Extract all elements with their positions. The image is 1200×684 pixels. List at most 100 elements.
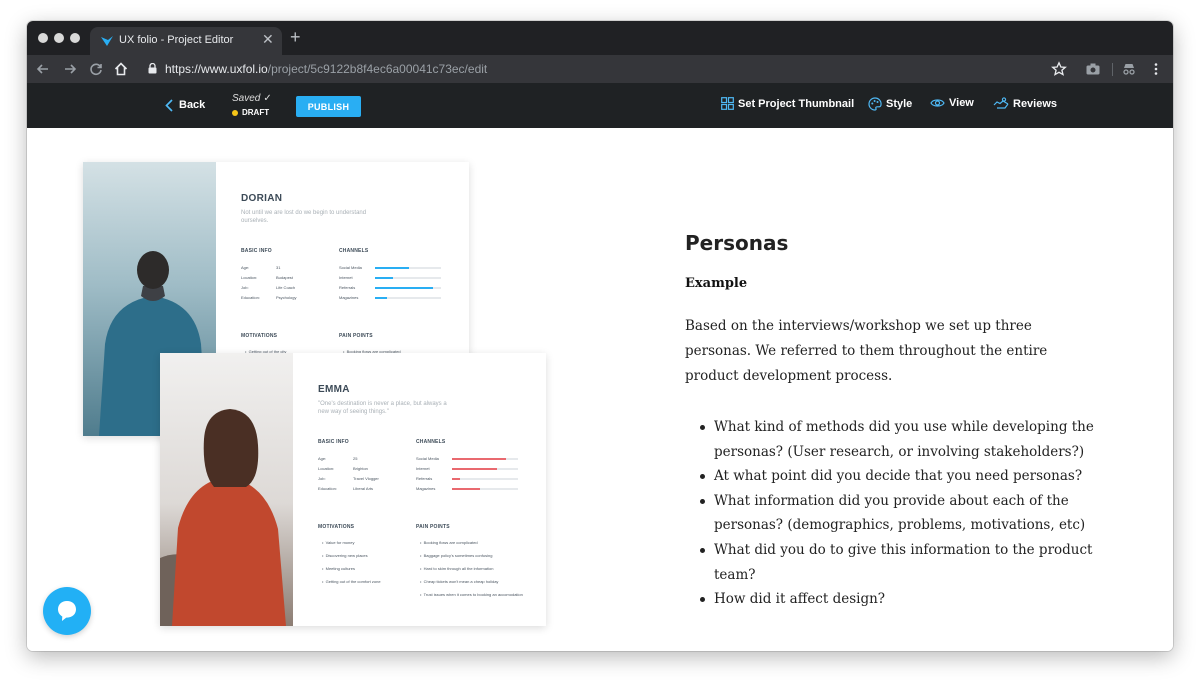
pain-point-text: Cheap tickets won't mean a cheap holiday bbox=[423, 579, 499, 584]
channel-fill bbox=[452, 468, 497, 470]
camera-icon[interactable] bbox=[1085, 61, 1101, 77]
channel-label: Magazines bbox=[339, 295, 359, 300]
tab-title: UX folio - Project Editor bbox=[119, 34, 234, 46]
channel-label: Internet bbox=[416, 466, 430, 471]
info-value: Life Coach bbox=[276, 285, 296, 290]
channel-label: Referrals bbox=[339, 285, 356, 290]
info-value: 31 bbox=[276, 265, 281, 270]
channel-fill bbox=[375, 267, 410, 269]
browser-tab[interactable]: UX folio - Project Editor ✕ bbox=[90, 27, 282, 55]
info-label: Job: bbox=[318, 476, 326, 481]
pain-point-item: • Baggage policy's sometimes confusing bbox=[420, 553, 493, 558]
motivation-item: • Value for money bbox=[322, 540, 355, 545]
address-bar[interactable]: https://www.uxfol.io/project/5c9122b8f4e… bbox=[165, 62, 487, 76]
persona-quote: "One's destination is never a place, but… bbox=[318, 401, 447, 415]
back-label: Back bbox=[179, 99, 206, 111]
info-label: Location: bbox=[241, 275, 258, 280]
url-scheme: https:// bbox=[165, 62, 202, 76]
question-list: What kind of methods did you use while d… bbox=[685, 415, 1105, 612]
check-icon: ✓ bbox=[263, 93, 272, 104]
channel-fill bbox=[375, 277, 394, 279]
list-item: What did you do to give this information… bbox=[685, 538, 1105, 587]
motivation-text: Meeting cultures bbox=[325, 566, 355, 571]
editor-header: Back Saved ✓ DRAFT PUBLISH Set Project Th… bbox=[27, 83, 1173, 128]
channel-bar bbox=[375, 297, 441, 299]
palette-icon bbox=[868, 97, 882, 111]
draft-label: DRAFT bbox=[242, 108, 270, 117]
channel-bar bbox=[452, 468, 518, 470]
motivation-text: Getting out of the comfort zone bbox=[325, 579, 381, 584]
channel-fill bbox=[452, 458, 507, 460]
info-label: Job: bbox=[241, 285, 249, 290]
info-value: Travel Vlogger bbox=[353, 476, 379, 481]
info-label: Age: bbox=[318, 456, 327, 461]
channel-bar bbox=[375, 267, 441, 269]
reviews-button[interactable]: Reviews bbox=[993, 97, 1057, 110]
channel-bar bbox=[452, 488, 518, 490]
forward-arrow-icon[interactable] bbox=[62, 61, 78, 77]
pain-points-title: PAIN POINTS bbox=[339, 333, 373, 339]
pain-point-text: Hard to skim through all the information bbox=[423, 566, 494, 571]
new-tab-icon[interactable]: + bbox=[290, 28, 301, 46]
info-label: Location: bbox=[318, 466, 335, 471]
channel-fill bbox=[452, 478, 460, 480]
eye-icon bbox=[930, 99, 945, 107]
pain-point-item: • Booking flows are complicated bbox=[420, 540, 478, 545]
channel-bar bbox=[375, 277, 441, 279]
view-button[interactable]: View bbox=[930, 97, 974, 109]
basic-info-title: BASIC INFO bbox=[318, 439, 349, 445]
persona-card-emma[interactable]: EMMA "One's destination is never a place… bbox=[160, 353, 546, 626]
tab-strip: UX folio - Project Editor ✕ + bbox=[27, 21, 1173, 55]
channel-bar bbox=[452, 458, 518, 460]
list-item: At what point did you decide that you ne… bbox=[685, 464, 1105, 489]
channel-label: Magazines bbox=[416, 486, 436, 491]
info-value: Liberal Arts bbox=[353, 486, 374, 491]
persona-name: DORIAN bbox=[241, 193, 283, 204]
chat-button[interactable] bbox=[43, 587, 91, 635]
pain-point-item: • Trust issues when it comes to booking … bbox=[420, 592, 523, 597]
bookmark-star-icon[interactable] bbox=[1051, 61, 1067, 77]
save-status: Saved ✓ bbox=[232, 93, 272, 104]
section-heading: Personas bbox=[685, 231, 789, 255]
info-value: Psychology bbox=[276, 295, 297, 300]
set-thumbnail-button[interactable]: Set Project Thumbnail bbox=[721, 97, 854, 110]
channel-bar bbox=[452, 478, 518, 480]
browser-toolbar: https://www.uxfol.io/project/5c9122b8f4e… bbox=[27, 55, 1173, 83]
home-icon[interactable] bbox=[113, 61, 129, 77]
motivation-item: • Getting out of the comfort zone bbox=[322, 579, 381, 584]
channel-fill bbox=[375, 297, 387, 299]
reload-icon[interactable] bbox=[88, 61, 104, 77]
motivation-item: • Discovering new places bbox=[322, 553, 368, 558]
back-arrow-icon[interactable] bbox=[35, 61, 51, 77]
channel-label: Social Media bbox=[339, 265, 362, 270]
close-window-icon[interactable] bbox=[38, 33, 48, 43]
minimize-window-icon[interactable] bbox=[54, 33, 64, 43]
channel-bar bbox=[375, 287, 441, 289]
pain-point-text: Booking flows are complicated bbox=[423, 540, 478, 545]
persona-quote: Not until we are lost do we begin to und… bbox=[241, 210, 367, 224]
channels-title: CHANNELS bbox=[339, 248, 369, 254]
back-button[interactable]: Back bbox=[165, 97, 205, 113]
channels-title: CHANNELS bbox=[416, 439, 446, 445]
style-label: Style bbox=[886, 98, 913, 110]
maximize-window-icon[interactable] bbox=[70, 33, 80, 43]
project-content: DORIAN Not until we are lost do we begin… bbox=[27, 128, 1173, 651]
info-value: Brighton bbox=[353, 466, 368, 471]
browser-window: UX folio - Project Editor ✕ + https://ww… bbox=[27, 21, 1173, 651]
uxfolio-favicon-icon bbox=[101, 36, 113, 46]
toolbar-divider bbox=[1112, 63, 1113, 76]
motivations-title: MOTIVATIONS bbox=[318, 524, 355, 530]
section-subheading: Example bbox=[685, 276, 748, 291]
menu-more-icon[interactable] bbox=[1148, 61, 1164, 77]
publish-button[interactable]: PUBLISH bbox=[296, 96, 361, 117]
url-host: www.uxfol.io bbox=[201, 62, 268, 76]
view-label: View bbox=[949, 97, 974, 109]
pain-point-text: Trust issues when it comes to booking an… bbox=[423, 592, 523, 597]
persona-name: EMMA bbox=[318, 384, 350, 395]
pain-point-item: • Hard to skim through all the informati… bbox=[420, 566, 494, 571]
incognito-icon[interactable] bbox=[1121, 61, 1137, 77]
tab-close-icon[interactable]: ✕ bbox=[262, 31, 274, 48]
chevron-left-icon bbox=[165, 98, 173, 112]
list-item: What information did you provide about e… bbox=[685, 489, 1105, 538]
style-button[interactable]: Style bbox=[868, 97, 912, 111]
